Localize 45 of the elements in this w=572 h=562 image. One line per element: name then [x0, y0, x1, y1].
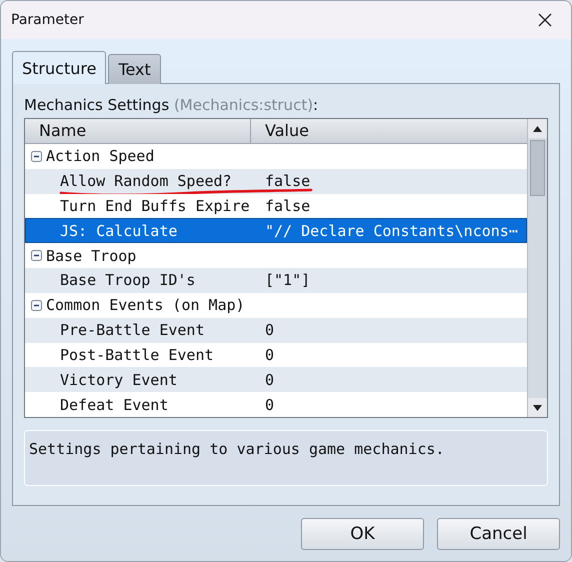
tree-group-label: Action Speed	[46, 147, 154, 166]
collapse-icon[interactable]	[31, 300, 42, 311]
tree-cell-text: Defeat Event	[60, 396, 170, 414]
tree-group-label: Base Troop	[46, 246, 136, 265]
tree-row[interactable]: Victory Event 0	[25, 367, 527, 392]
tree-cell-text: 0	[264, 321, 274, 340]
ok-button[interactable]: OK	[301, 518, 424, 550]
tree-cell-text: Pre-Battle Event	[60, 321, 206, 340]
close-icon	[538, 13, 552, 27]
tree-cell-text: 0	[264, 346, 274, 364]
tree-row[interactable]: Post-Battle Event 0	[25, 342, 527, 368]
tree-cell-text: 0	[264, 370, 274, 389]
tree-cell-text: Base Troop ID's	[60, 271, 196, 290]
tree-cell-text: JS: Calculate	[60, 222, 178, 240]
window-title: Parameter	[11, 12, 84, 28]
section-label: Mechanics Settings (Mechanics:struct):	[24, 95, 320, 116]
scroll-down-button[interactable]	[528, 398, 547, 417]
tree-row[interactable]: JS: Calculate "// Declare Constants\ncons⋯	[25, 218, 527, 244]
scroll-up-button[interactable]	[528, 119, 547, 138]
tree-cell-text: Allow Random Speed?	[60, 172, 233, 190]
tree-row[interactable]: Base Troop ID's ["1"]	[25, 268, 527, 293]
tab[interactable]: Structure	[12, 51, 106, 84]
scroll-thumb[interactable]	[530, 140, 545, 196]
collapse-icon[interactable]	[31, 250, 42, 262]
tree-cell-text: ["1"]	[264, 271, 310, 290]
cancel-button[interactable]: Cancel	[437, 518, 560, 550]
tree-cell-text: false	[264, 197, 310, 216]
tree-cell-text: Post-Battle Event	[60, 346, 215, 364]
tree-cell-text: false	[264, 172, 310, 190]
tab[interactable]: Text	[108, 54, 161, 84]
up-arrow-icon	[533, 126, 542, 132]
tree-row[interactable]: Pre-Battle Event 0	[25, 318, 527, 342]
tree-cell-text: "// Declare Constants\ncons⋯	[264, 222, 518, 240]
tree-row[interactable]: Allow Random Speed? false	[25, 168, 527, 194]
description-text: Settings pertaining to various game mechanics.	[24, 430, 548, 486]
tree-row[interactable]: Turn End Buffs Expire false	[25, 194, 527, 218]
column-header[interactable]: Name	[25, 119, 251, 143]
tree-group-label: Common Events (on Map)	[46, 296, 245, 314]
scrollbar[interactable]	[527, 119, 547, 417]
tree-cell: Turn End Buffs Expire	[60, 197, 251, 216]
down-arrow-icon	[533, 404, 542, 410]
collapse-icon[interactable]	[31, 150, 42, 162]
tree-cell-text: Victory Event	[60, 370, 178, 389]
tree-cell-text: 0	[264, 396, 274, 414]
column-header[interactable]: Value	[251, 119, 527, 143]
